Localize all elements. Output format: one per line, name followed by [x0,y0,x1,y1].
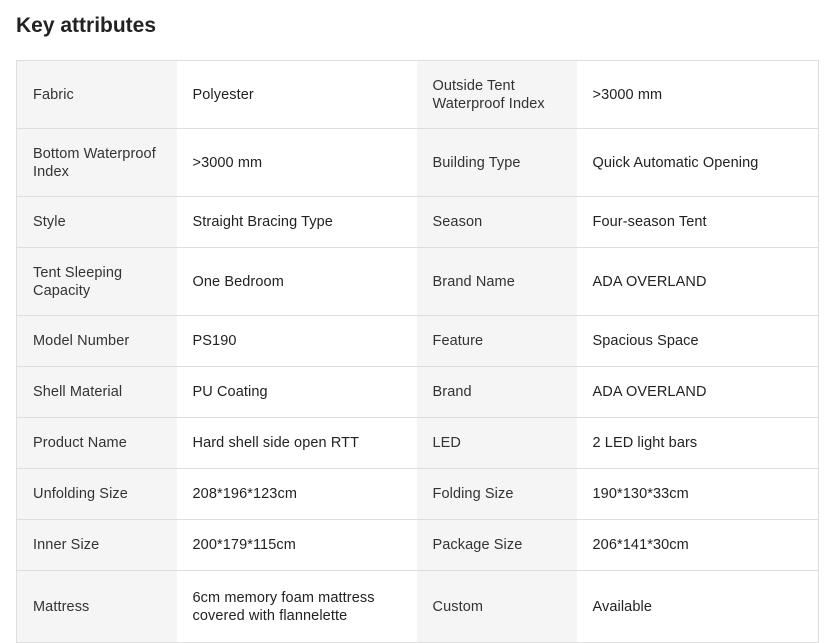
attribute-value: >3000 mm [576,60,819,129]
attribute-value: 200*179*115cm [176,519,417,571]
attribute-label: Building Type [416,128,577,197]
attribute-value: ADA OVERLAND [576,366,819,418]
attribute-value: Straight Bracing Type [176,196,417,248]
attribute-label: LED [416,417,577,469]
attribute-value: >3000 mm [176,128,417,197]
attribute-label: Outside Tent Waterproof Index [416,60,577,129]
attribute-value: 208*196*123cm [176,468,417,520]
attribute-value: 190*130*33cm [576,468,819,520]
table-row: Product Name Hard shell side open RTT LE… [16,417,819,469]
attribute-label: Style [16,196,177,248]
attributes-table: Fabric Polyester Outside Tent Waterproof… [16,60,819,643]
attribute-value: Polyester [176,60,417,129]
attribute-label: Brand [416,366,577,418]
attribute-label: Model Number [16,315,177,367]
table-row: Model Number PS190 Feature Spacious Spac… [16,315,819,367]
attribute-label: Package Size [416,519,577,571]
attribute-value: Four-season Tent [576,196,819,248]
attribute-label: Shell Material [16,366,177,418]
attribute-value: 2 LED light bars [576,417,819,469]
attribute-value: 6cm memory foam mattress covered with fl… [176,570,417,643]
attribute-label: Season [416,196,577,248]
attribute-value: Hard shell side open RTT [176,417,417,469]
attribute-label: Product Name [16,417,177,469]
table-row: Inner Size 200*179*115cm Package Size 20… [16,519,819,571]
table-row: Fabric Polyester Outside Tent Waterproof… [16,60,819,129]
table-row: Unfolding Size 208*196*123cm Folding Siz… [16,468,819,520]
attribute-value: 206*141*30cm [576,519,819,571]
attribute-label: Mattress [16,570,177,643]
table-row: Bottom Waterproof Index >3000 mm Buildin… [16,128,819,197]
attribute-value: Available [576,570,819,643]
attribute-value: ADA OVERLAND [576,247,819,316]
attribute-value: Quick Automatic Opening [576,128,819,197]
attribute-label: Fabric [16,60,177,129]
attribute-value: PS190 [176,315,417,367]
table-row: Style Straight Bracing Type Season Four-… [16,196,819,248]
table-row: Mattress 6cm memory foam mattress covere… [16,570,819,643]
table-row: Shell Material PU Coating Brand ADA OVER… [16,366,819,418]
attribute-label: Feature [416,315,577,367]
page-title: Key attributes [16,14,157,37]
table-row: Tent Sleeping Capacity One Bedroom Brand… [16,247,819,316]
attribute-label: Inner Size [16,519,177,571]
attribute-label: Custom [416,570,577,643]
attribute-value: PU Coating [176,366,417,418]
attribute-label: Tent Sleeping Capacity [16,247,177,316]
attribute-label: Brand Name [416,247,577,316]
attribute-label: Unfolding Size [16,468,177,520]
attribute-label: Bottom Waterproof Index [16,128,177,197]
attribute-value: One Bedroom [176,247,417,316]
attribute-value: Spacious Space [576,315,819,367]
attribute-label: Folding Size [416,468,577,520]
